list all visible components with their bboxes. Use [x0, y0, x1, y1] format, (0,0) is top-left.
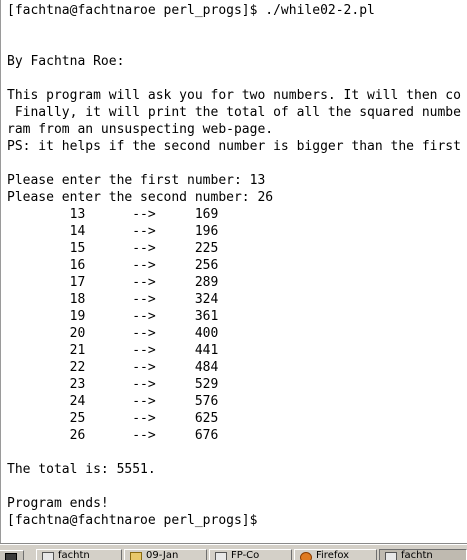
taskbar: fachtn 09-Jan FP-Co Firefox fachtn: [0, 544, 467, 560]
terminal-line: 24 --> 576: [7, 394, 219, 409]
terminal-line: 17 --> 289: [7, 275, 219, 290]
terminal-line: 19 --> 361: [7, 309, 219, 324]
terminal-line: This program will ask you for two number…: [7, 88, 461, 103]
terminal-line: 21 --> 441: [7, 343, 219, 358]
terminal-line: 22 --> 484: [7, 360, 219, 375]
terminal-line: [fachtna@fachtnaroe perl_progs]$ ./while…: [7, 3, 375, 18]
terminal-line: Please enter the first number: 13: [7, 173, 266, 188]
taskbar-button-terminal-active[interactable]: fachtn: [379, 549, 467, 560]
terminal-line: 15 --> 225: [7, 241, 219, 256]
terminal-line: Please enter the second number: 26: [7, 190, 274, 205]
terminal-window[interactable]: [fachtna@fachtnaroe perl_progs]$ ./while…: [0, 0, 467, 544]
terminal-line: 26 --> 676: [7, 428, 219, 443]
terminal-line: 14 --> 196: [7, 224, 219, 239]
terminal-line: 23 --> 529: [7, 377, 219, 392]
terminal-line: Finally, it will print the total of all …: [7, 105, 461, 120]
terminal-line: 18 --> 324: [7, 292, 219, 307]
taskbar-button-document[interactable]: FP-Co: [209, 549, 292, 560]
terminal-line: PS: it helps if the second number is big…: [7, 139, 461, 154]
terminal-line: ram from an unsuspecting web-page.: [7, 122, 274, 137]
terminal-line: 16 --> 256: [7, 258, 219, 273]
terminal-output: [fachtna@fachtnaroe perl_progs]$ ./while…: [7, 2, 461, 529]
terminal-prompt[interactable]: [fachtna@fachtnaroe perl_progs]$: [7, 512, 461, 529]
terminal-line: 25 --> 625: [7, 411, 219, 426]
terminal-line: 20 --> 400: [7, 326, 219, 341]
taskbar-button-firefox[interactable]: Firefox: [294, 549, 377, 560]
terminal-line: 13 --> 169: [7, 207, 219, 222]
taskbar-button-terminal[interactable]: fachtn: [36, 549, 122, 560]
taskbar-button-folder[interactable]: 09-Jan: [124, 549, 207, 560]
terminal-line: The total is: 5551.: [7, 462, 156, 477]
terminal-line: Program ends!: [7, 496, 109, 511]
terminal-line: By Fachtna Roe:: [7, 54, 125, 69]
